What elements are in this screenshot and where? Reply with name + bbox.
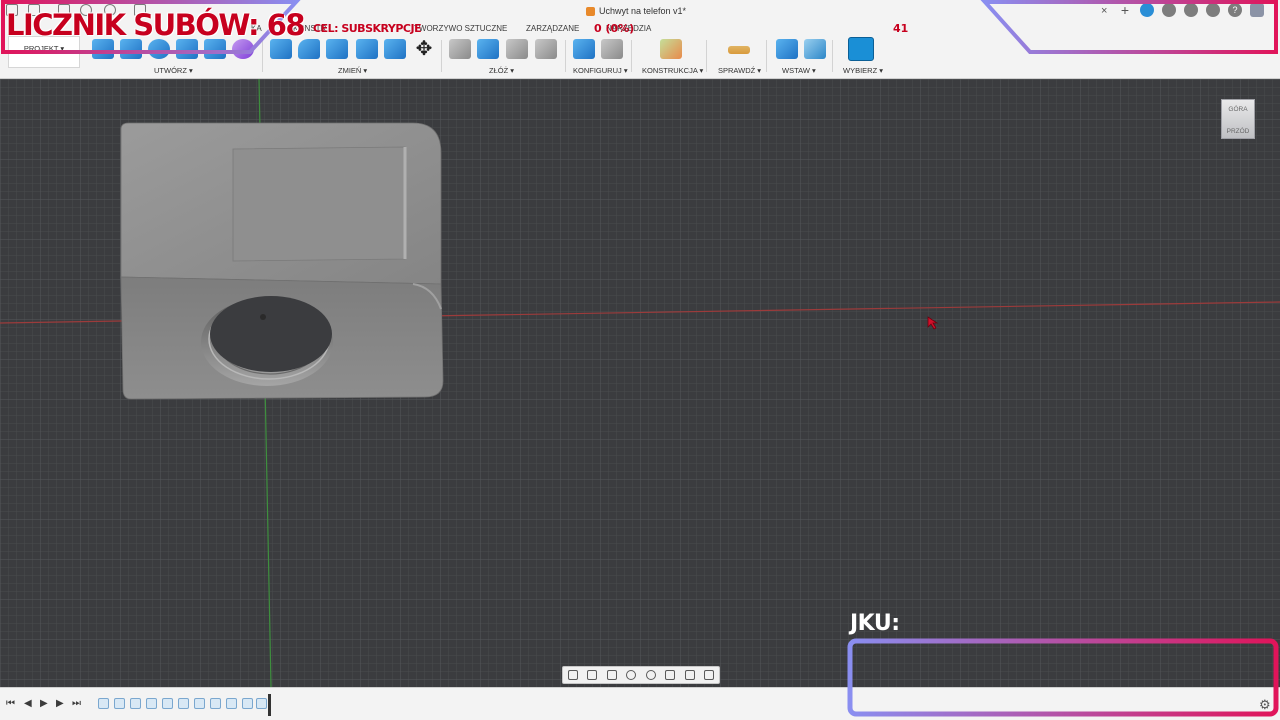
step-forward-button[interactable]: ▶ [56,698,64,709]
fillet-icon[interactable] [298,39,320,59]
revolve-icon[interactable] [148,39,170,59]
timeline-feature[interactable] [98,698,109,709]
group-assemble[interactable]: ZŁÓŻ ▾ [489,66,514,75]
origin-point [260,314,266,320]
timeline-feature[interactable] [114,698,125,709]
group-insert[interactable]: WSTAW ▾ [782,66,816,75]
subscription-goal-label: CEL: SUBSKRYPCJE [313,22,422,35]
timeline: ⏮ ◀ ▶ ▶ ⏭ ⚙ [0,687,1280,720]
separator [832,40,833,72]
group-construct[interactable]: KONSTRUKCJA ▾ [642,66,703,75]
viewports-icon[interactable] [704,670,715,680]
insert-derive-icon[interactable] [776,39,798,59]
timeline-feature[interactable] [242,698,253,709]
separator [766,40,767,72]
group-select[interactable]: WYBIERZ ▾ [843,66,883,75]
group-inspect[interactable]: SPRAWDŹ ▾ [718,66,761,75]
play-button[interactable]: ▶ [40,698,48,709]
as-built-joint-icon[interactable] [506,39,528,59]
shell-icon[interactable] [384,39,406,59]
pan-icon[interactable] [606,670,617,680]
user-avatar-icon[interactable] [1250,3,1264,17]
combine-icon[interactable] [356,39,378,59]
form-icon[interactable] [232,39,254,59]
timeline-feature[interactable] [162,698,173,709]
pocket [232,146,406,262]
extrude-icon[interactable] [120,39,142,59]
pattern-icon[interactable] [204,39,226,59]
tab-plastic[interactable]: TWORZYWO SZTUCZNE [414,24,507,33]
separator [262,40,263,72]
display-settings-icon[interactable] [665,670,676,680]
navigation-bar [562,666,720,684]
subscriber-counter: LICZNIK SUBÓW: 68 [6,8,306,42]
separator [706,40,707,72]
separator [631,40,632,72]
hole-through [210,296,332,372]
timeline-feature[interactable] [146,698,157,709]
zoom-icon[interactable] [626,670,637,680]
timeline-feature[interactable] [210,698,221,709]
viewcube-top[interactable]: GÓRA [1222,106,1254,113]
document-title-text: Uchwyt na telefon v1* [599,6,687,16]
canvas-viewport[interactable]: GÓRA PRZÓD [0,79,1280,687]
sync-icon[interactable] [1162,3,1176,17]
document-title: Uchwyt na telefon v1* [586,6,686,16]
timeline-feature[interactable] [194,698,205,709]
go-to-end-button[interactable]: ⏭ [72,698,81,709]
tab-manage[interactable]: ZARZĄDZANE [526,24,579,33]
group-configure[interactable]: KONFIGURUJ ▾ [573,66,628,75]
group-create[interactable]: UTWÓRZ ▾ [154,66,193,75]
fusion-window: Uchwyt na telefon v1* × + ? KONSTR TWORZ… [0,0,1280,720]
measure-icon[interactable] [728,46,750,54]
group-modify[interactable]: ZMIEŃ ▾ [338,66,367,75]
timeline-feature[interactable] [178,698,189,709]
go-to-start-button[interactable]: ⏮ [6,698,15,709]
chamfer-icon[interactable] [326,39,348,59]
orbit-icon[interactable] [567,670,578,680]
joint-origin-icon[interactable] [535,39,557,59]
phone-holder-body[interactable] [113,119,453,409]
cursor-icon [927,316,939,330]
move-icon[interactable]: ✥ [413,39,435,59]
timeline-marker[interactable] [268,694,271,716]
new-component-icon[interactable] [449,39,471,59]
timeline-feature[interactable] [130,698,141,709]
create-sketch-icon[interactable] [92,39,114,59]
chat-label: JKU: [850,611,900,636]
select-icon[interactable] [848,37,874,61]
step-back-button[interactable]: ◀ [24,698,32,709]
look-at-icon[interactable] [587,670,598,680]
configure-table-icon[interactable] [601,39,623,59]
insert-image-icon[interactable] [804,39,826,59]
subscription-goal-target: 41 [893,22,909,35]
help-icon[interactable]: ? [1228,3,1242,17]
subscription-goal-progress: 0 (0%) [594,22,635,35]
design-cube-icon [586,6,595,16]
new-tab-icon[interactable]: + [1118,3,1132,17]
configure-icon[interactable] [573,39,595,59]
fit-icon[interactable] [645,670,656,680]
jobs-icon[interactable] [1184,3,1198,17]
joint-icon[interactable] [477,39,499,59]
hole-icon[interactable] [176,39,198,59]
window-icons: + ? [1118,3,1264,17]
viewcube-front[interactable]: PRZÓD [1222,128,1254,135]
press-pull-icon[interactable] [270,39,292,59]
grid-settings-icon[interactable] [684,670,695,680]
separator [565,40,566,72]
extensions-icon[interactable] [1140,3,1154,17]
timeline-feature[interactable] [226,698,237,709]
timeline-feature[interactable] [256,698,267,709]
gear-icon[interactable]: ⚙ [1259,697,1271,713]
close-tab-button[interactable]: × [1101,5,1107,17]
bell-icon[interactable] [1206,3,1220,17]
offset-plane-icon[interactable] [660,39,682,59]
separator [441,40,442,72]
viewcube[interactable]: GÓRA PRZÓD [1221,99,1255,139]
